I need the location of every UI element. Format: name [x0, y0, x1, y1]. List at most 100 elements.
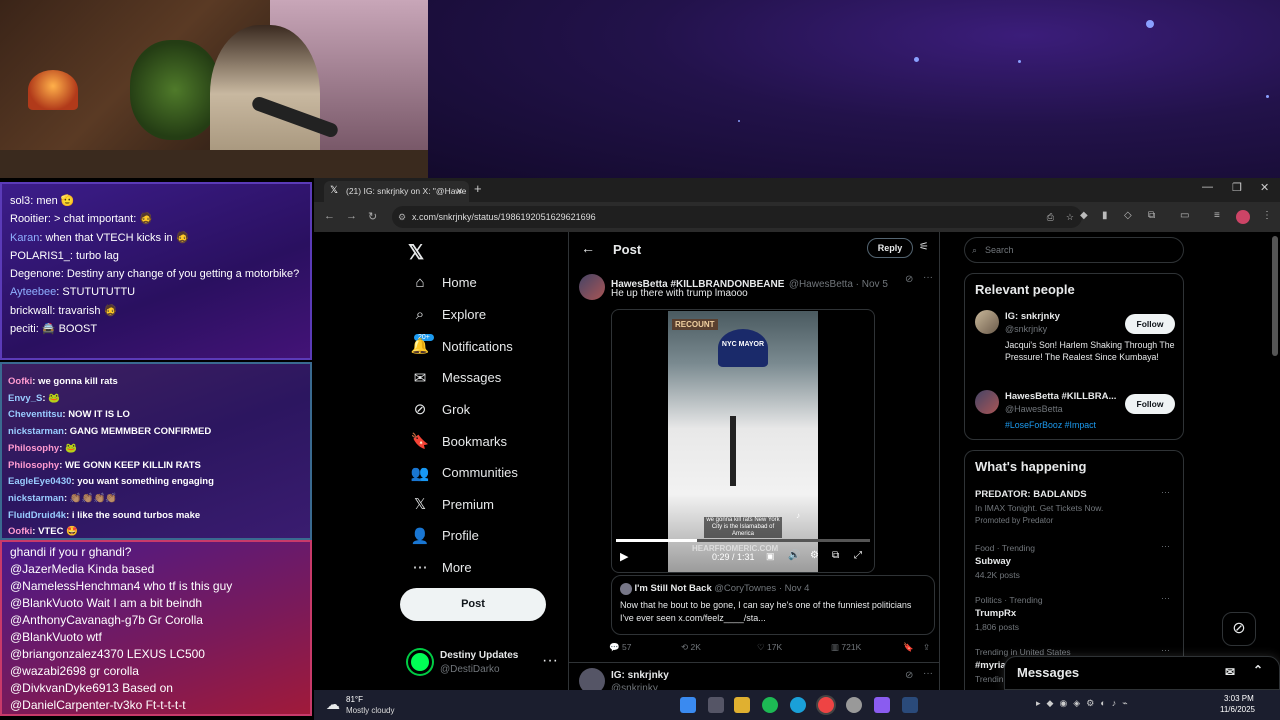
spotify-icon[interactable] — [762, 697, 778, 713]
obs-icon[interactable] — [846, 697, 862, 713]
fullscreen-icon[interactable]: ⤢ — [854, 550, 862, 561]
person-name[interactable]: IG: snkrjnky — [1005, 311, 1060, 322]
extension-icon[interactable]: ◆ — [1080, 210, 1088, 221]
nav-item-messages[interactable]: ✉ Messages — [408, 369, 502, 387]
trend-more-icon[interactable]: ··· — [1161, 645, 1170, 655]
follow-button[interactable]: Follow — [1125, 394, 1175, 414]
volume-icon[interactable]: 🔊 — [788, 550, 800, 561]
windows-start-icon[interactable] — [680, 697, 696, 713]
person-handle[interactable]: @HawesBetta — [1005, 404, 1063, 414]
chat-username[interactable]: brickwall — [10, 305, 52, 317]
captions-icon[interactable]: ▣ — [766, 551, 775, 562]
browser-tab[interactable]: 𝕏 (21) IG: snkrjnky on X: "@Hawe ✕ — [324, 181, 469, 202]
more-dots-icon[interactable]: ··· — [923, 272, 933, 283]
chat-username[interactable]: nickstarman — [8, 493, 64, 504]
extension-icon[interactable]: ◇ — [1124, 210, 1132, 221]
nav-item-notifications[interactable]: 🔔 Notifications — [408, 337, 513, 355]
search-input[interactable]: ⌕ Search — [964, 237, 1184, 263]
nav-item-grok[interactable]: ⊘ Grok — [408, 400, 470, 418]
bookmark-icon[interactable]: 🔖 — [903, 642, 914, 653]
nav-item-more[interactable]: ⋯ More — [408, 558, 472, 576]
nav-item-bookmarks[interactable]: 🔖 Bookmarks — [408, 432, 507, 450]
chat-username[interactable]: Envy_S — [8, 393, 42, 404]
follow-button[interactable]: Follow — [1125, 314, 1175, 334]
chrome-icon[interactable] — [818, 697, 834, 713]
next-author-name[interactable]: IG: snkrjnky — [611, 670, 669, 681]
reply-button[interactable]: Reply — [867, 238, 913, 258]
chat-username[interactable]: Cheventitsu — [8, 409, 62, 420]
chat-username[interactable]: peciti — [10, 323, 36, 335]
share-icon[interactable]: ⇪ — [923, 642, 930, 653]
expand-icon[interactable]: ⌃ — [1253, 663, 1263, 677]
task-view-icon[interactable] — [708, 697, 724, 713]
install-icon[interactable]: ⎙ — [1047, 206, 1054, 228]
forward-icon[interactable]: → — [346, 210, 357, 222]
address-bar[interactable]: ⚙ x.com/snkrjnky/status/1986192051629621… — [392, 206, 1082, 228]
chat-username[interactable]: nickstarman — [8, 426, 64, 437]
edge-icon[interactable] — [790, 697, 806, 713]
chat-username[interactable]: sol3 — [10, 195, 30, 207]
like-action[interactable]: ♡ 17K — [757, 642, 782, 653]
extension-icon[interactable]: ▮ — [1102, 210, 1108, 221]
more-dots-icon[interactable]: ··· — [923, 668, 933, 679]
play-icon[interactable]: ▶ — [620, 550, 628, 563]
repost-action[interactable]: ⟲ 2K — [681, 642, 701, 653]
trend-more-icon[interactable]: ··· — [1161, 487, 1170, 497]
person-name[interactable]: HawesBetta #KILLBRA... — [1005, 391, 1116, 402]
trend-title[interactable]: #myria — [975, 660, 1006, 671]
nav-item-home[interactable]: ⌂ Home — [408, 274, 476, 291]
grok-icon[interactable]: ⊘ — [905, 274, 913, 285]
file-explorer-icon[interactable] — [734, 697, 750, 713]
trend-title[interactable]: TrumpRx — [975, 608, 1016, 619]
extensions-puzzle-icon[interactable]: ⧉ — [1148, 210, 1155, 221]
nav-item-profile[interactable]: 👤 Profile — [408, 527, 479, 545]
settings-sliders-icon[interactable]: ⚟ — [919, 240, 929, 253]
new-tab-button[interactable]: + — [474, 181, 482, 196]
chat-username[interactable]: Oofki — [8, 526, 32, 537]
back-arrow-icon[interactable]: ← — [581, 240, 595, 256]
chat-username[interactable]: Karan — [10, 232, 39, 244]
nav-item-communities[interactable]: 👥 Communities — [408, 464, 518, 482]
person-avatar[interactable] — [975, 310, 999, 334]
back-icon[interactable]: ← — [324, 210, 335, 222]
grok-floating-button[interactable]: ⊘ — [1222, 612, 1256, 646]
messages-drawer[interactable]: Messages ✉ ⌃ — [1004, 656, 1280, 690]
pip-icon[interactable]: ⧉ — [832, 550, 839, 561]
scrollbar-thumb[interactable] — [1272, 236, 1278, 356]
chat-username[interactable]: Philosophy — [8, 443, 59, 454]
more-dots-icon[interactable]: ··· — [542, 652, 558, 670]
bookmark-star-icon[interactable]: ☆ — [1066, 206, 1074, 228]
trend-title[interactable]: Subway — [975, 556, 1011, 567]
account-switcher[interactable]: Destiny Updates @DestiDarko ··· — [400, 646, 560, 682]
post-button[interactable]: Post — [400, 588, 546, 621]
chat-username[interactable]: POLARIS1_ — [10, 250, 70, 262]
maximize-icon[interactable]: ❐ — [1232, 181, 1242, 194]
chat-username[interactable]: Philosophy — [8, 460, 59, 471]
menu-dots-icon[interactable]: ⋮ — [1262, 210, 1272, 221]
chat-username[interactable]: Degenone — [10, 268, 61, 280]
chat-username[interactable]: FluidDruid4k — [8, 510, 66, 521]
system-tray-icons[interactable]: ▸◆◉◈⚙◐♪⌁ — [1036, 698, 1134, 709]
nav-item-premium[interactable]: 𝕏 Premium — [408, 495, 494, 513]
grok-icon[interactable]: ⊘ — [905, 670, 913, 681]
compose-message-icon[interactable]: ✉ — [1225, 665, 1235, 679]
sidepanel-icon[interactable]: ▭ — [1180, 210, 1189, 221]
chat-username[interactable]: Rooitier — [10, 213, 48, 225]
site-info-icon[interactable]: ⚙ — [398, 206, 406, 228]
nav-item-explore[interactable]: ⌕ Explore — [408, 306, 486, 323]
close-tab-icon[interactable]: ✕ — [456, 181, 463, 202]
author-avatar[interactable] — [579, 274, 605, 300]
reply-action[interactable]: 💬 57 — [609, 642, 631, 653]
person-handle[interactable]: @snkrjnky — [1005, 324, 1047, 334]
profile-avatar[interactable] — [1236, 210, 1250, 224]
chat-username[interactable]: Ayteebee — [10, 286, 56, 298]
media-icon[interactable]: ≡ — [1214, 210, 1220, 221]
quoted-tweet[interactable]: I'm Still Not Back @CoryTownes · Nov 4 N… — [611, 575, 935, 635]
trend-more-icon[interactable]: ··· — [1161, 541, 1170, 551]
settings-gear-icon[interactable]: ⚙ — [810, 550, 819, 561]
views-action[interactable]: ▥ 721K — [831, 642, 861, 653]
author-handle[interactable]: @HawesBetta · Nov 5 — [789, 279, 888, 290]
trend-more-icon[interactable]: ··· — [1161, 593, 1170, 603]
app-icon[interactable] — [874, 697, 890, 713]
trend-title[interactable]: PREDATOR: BADLANDS — [975, 489, 1087, 500]
